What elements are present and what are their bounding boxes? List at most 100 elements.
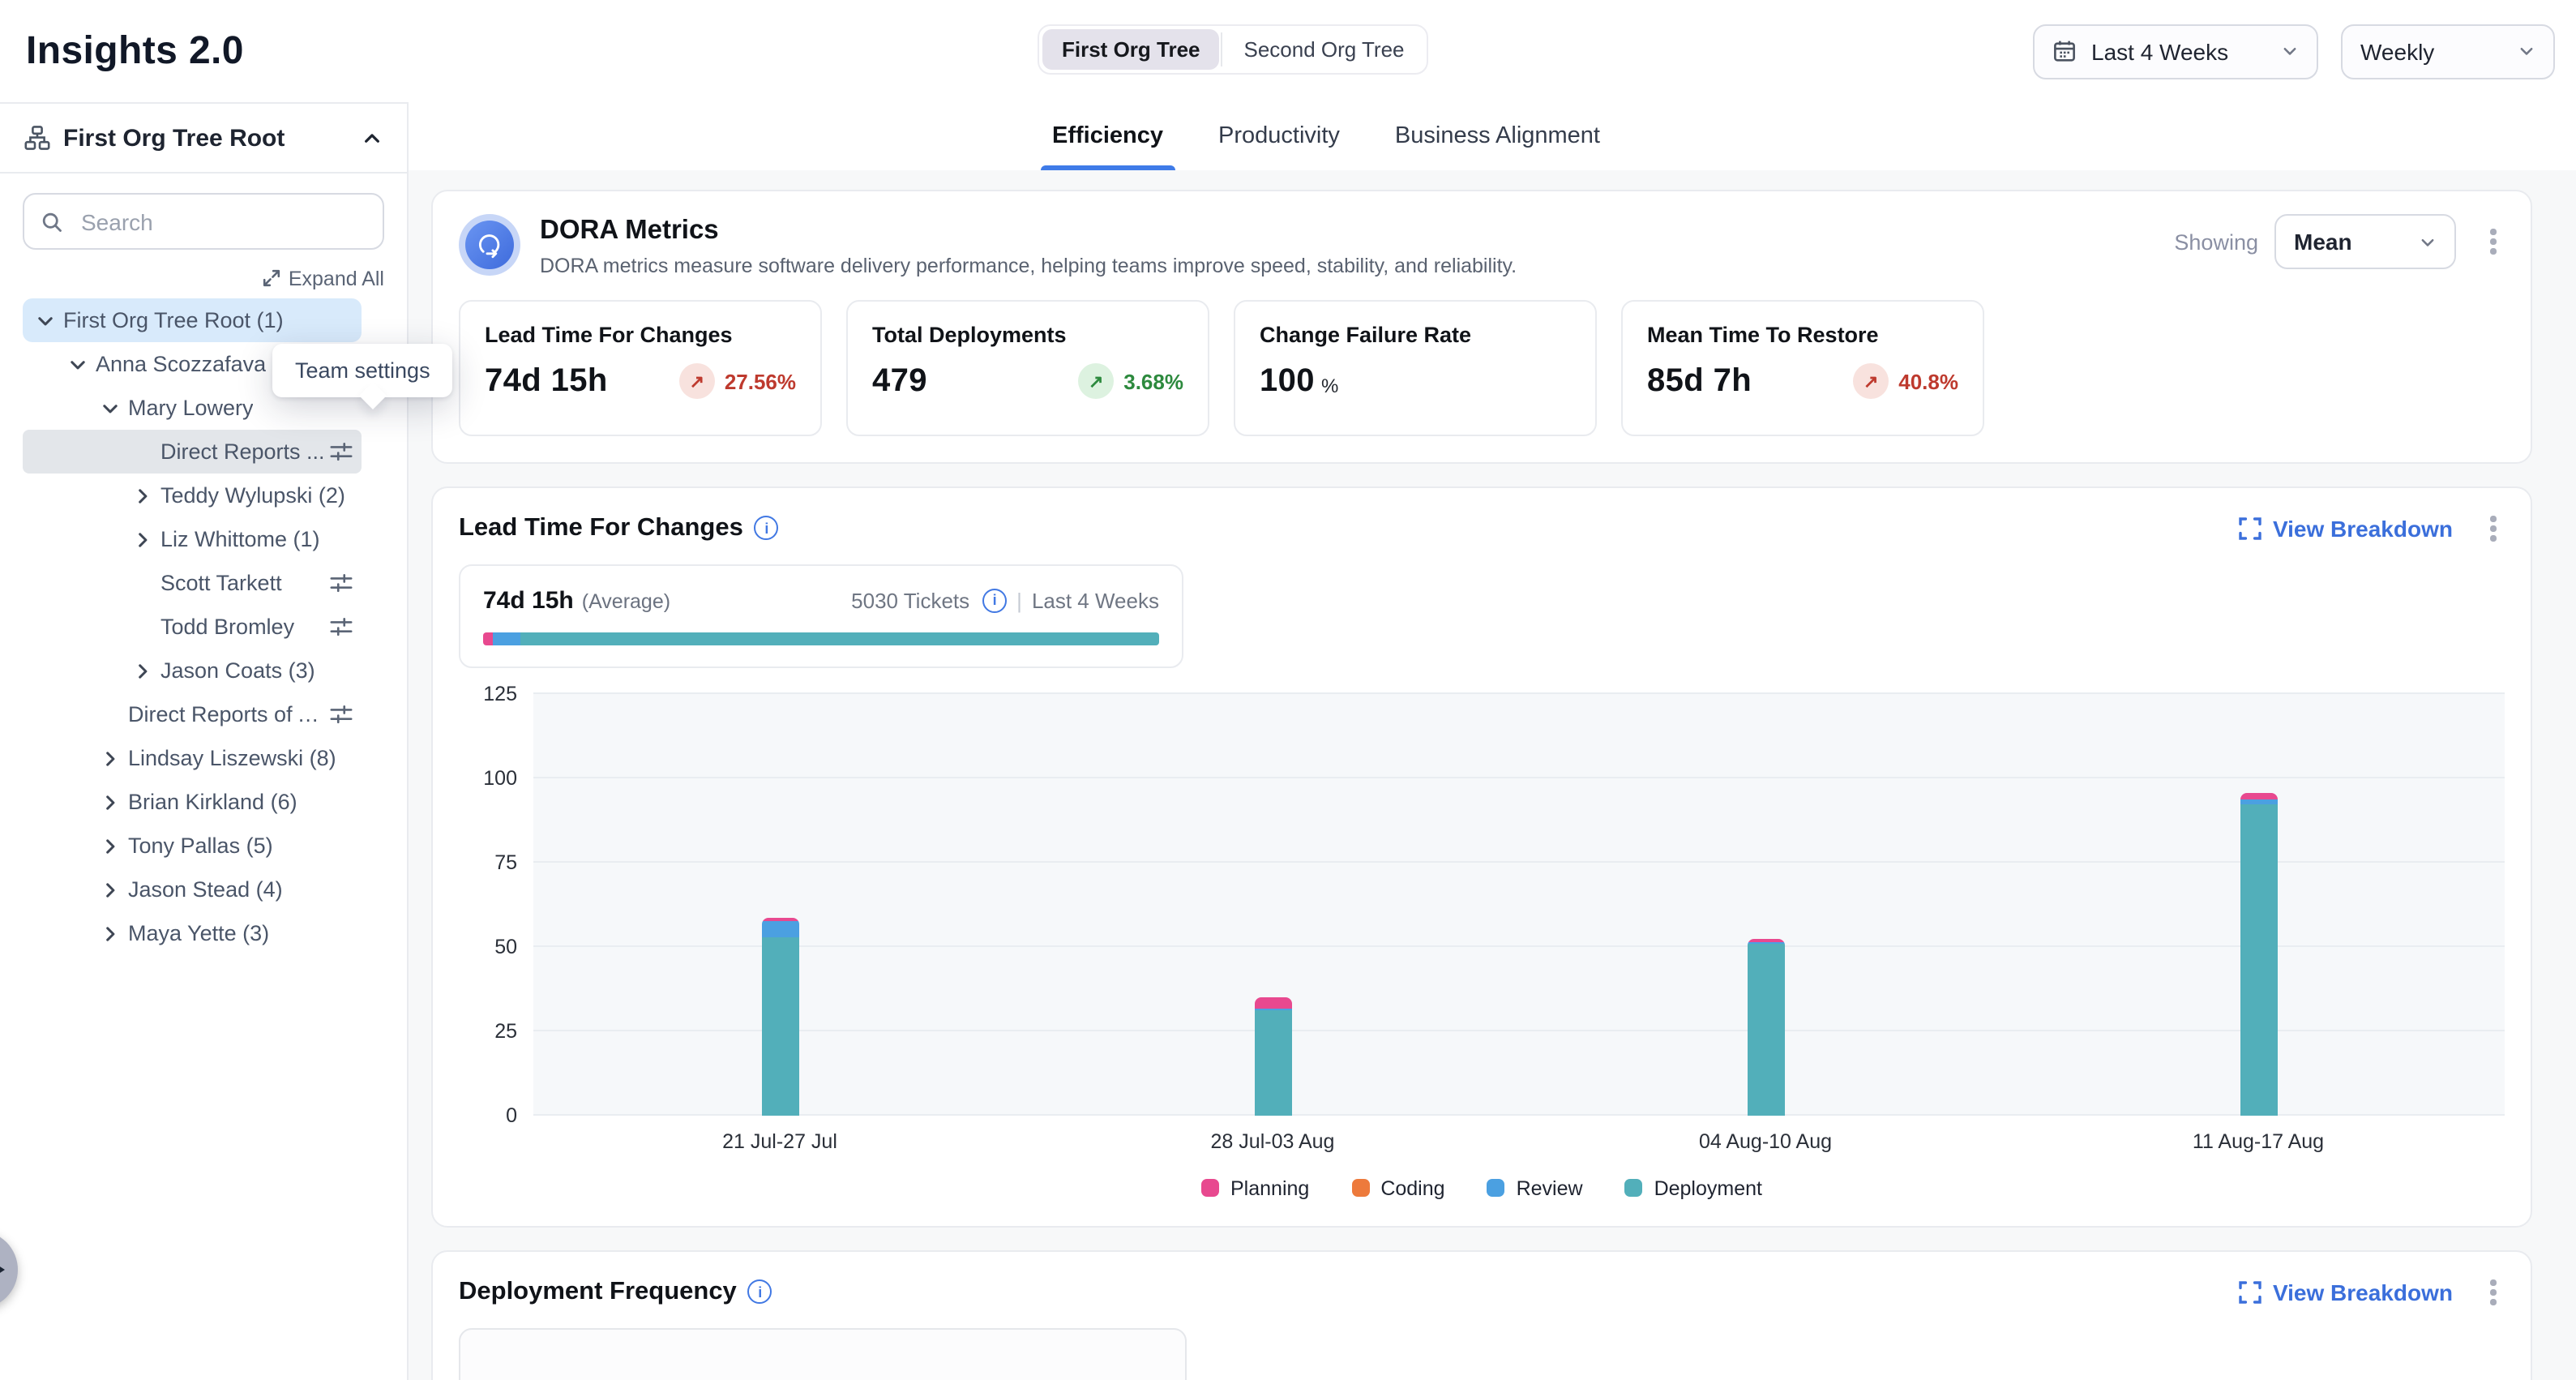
metric-value: 100 bbox=[1260, 363, 1315, 401]
trend-up-icon: ↗ bbox=[679, 364, 715, 400]
metric-value: 479 bbox=[872, 363, 927, 401]
info-icon[interactable]: i bbox=[755, 516, 779, 541]
chevron-right-icon[interactable] bbox=[130, 661, 156, 680]
stacked-bar[interactable] bbox=[1254, 997, 1291, 1116]
granularity-select[interactable]: Weekly bbox=[2341, 24, 2555, 79]
stacked-bar[interactable] bbox=[761, 918, 798, 1115]
y-axis-tick-label: 25 bbox=[459, 1020, 517, 1043]
toggle-second-org-tree[interactable]: Second Org Tree bbox=[1225, 29, 1424, 70]
legend-swatch bbox=[1351, 1180, 1369, 1198]
date-range-select[interactable]: Last 4 Weeks bbox=[2033, 24, 2318, 79]
legend-item-deployment[interactable]: Deployment bbox=[1625, 1177, 1762, 1200]
legend-swatch bbox=[1625, 1180, 1643, 1198]
tree-item[interactable]: Brian Kirkland (6) bbox=[23, 780, 362, 824]
info-icon[interactable]: i bbox=[748, 1280, 772, 1305]
delta-value: 3.68% bbox=[1123, 370, 1183, 394]
chevron-right-icon[interactable] bbox=[130, 529, 156, 549]
toggle-first-org-tree[interactable]: First Org Tree bbox=[1042, 29, 1220, 70]
deployment-frequency-kebab-menu[interactable] bbox=[2482, 1279, 2505, 1305]
legend-item-planning[interactable]: Planning bbox=[1201, 1177, 1309, 1200]
showing-select[interactable]: Mean bbox=[2274, 214, 2456, 269]
view-breakdown-button[interactable]: View Breakdown bbox=[2239, 516, 2453, 542]
trend-up-icon: ↗ bbox=[1078, 364, 1114, 400]
phase-segment-planning bbox=[483, 632, 494, 645]
chevron-down-icon[interactable] bbox=[65, 354, 91, 374]
tooltip-label: Team settings bbox=[295, 358, 430, 383]
chevron-down-icon[interactable] bbox=[32, 311, 58, 330]
tab-productivity[interactable]: Productivity bbox=[1218, 102, 1340, 170]
tree-item[interactable]: Liz Whittome (1) bbox=[23, 517, 362, 561]
date-range-value: Last 4 Weeks bbox=[2091, 38, 2228, 64]
sidebar-header: First Org Tree Root bbox=[0, 104, 407, 174]
search-input[interactable] bbox=[78, 207, 366, 236]
tree-item[interactable]: Todd Bromley bbox=[23, 605, 362, 649]
team-settings-icon[interactable] bbox=[329, 571, 362, 595]
view-breakdown-button[interactable]: View Breakdown bbox=[2239, 1279, 2453, 1305]
bar-segment-deployment bbox=[1747, 943, 1784, 1115]
bar-segment-planning bbox=[1254, 997, 1291, 1009]
deployment-frequency-header: Deployment Frequency i View Breakdown bbox=[459, 1278, 2505, 1307]
chevron-right-icon[interactable] bbox=[97, 836, 123, 855]
lead-time-chart: 025507510012521 Jul-27 Jul28 Jul-03 Aug0… bbox=[459, 694, 2505, 1200]
chevron-right-icon[interactable] bbox=[97, 880, 123, 899]
tree-item[interactable]: Direct Reports of A... bbox=[23, 692, 362, 736]
tree-item[interactable]: Teddy Wylupski (2) bbox=[23, 474, 362, 517]
tree-item-label: Direct Reports ... bbox=[160, 439, 325, 464]
view-breakdown-label: View Breakdown bbox=[2273, 1279, 2453, 1305]
org-tree-toggle: First Org Tree Second Org Tree bbox=[1038, 24, 1429, 75]
stacked-bar[interactable] bbox=[1747, 938, 1784, 1115]
info-icon[interactable]: i bbox=[982, 589, 1007, 613]
x-axis-tick-label: 21 Jul-27 Jul bbox=[533, 1130, 1026, 1153]
top-bar: Insights 2.0 First Org Tree Second Org T… bbox=[0, 0, 2576, 102]
team-settings-icon[interactable] bbox=[329, 615, 362, 639]
bar-segment-review bbox=[761, 921, 798, 936]
legend-label: Coding bbox=[1380, 1177, 1444, 1200]
dora-titles: DORA Metrics DORA metrics measure softwa… bbox=[540, 214, 1517, 277]
team-settings-icon[interactable] bbox=[329, 702, 362, 726]
dora-header: DORA Metrics DORA metrics measure softwa… bbox=[459, 214, 2505, 277]
legend-item-coding[interactable]: Coding bbox=[1351, 1177, 1444, 1200]
showing-value: Mean bbox=[2294, 229, 2352, 255]
view-breakdown-label: View Breakdown bbox=[2273, 516, 2453, 542]
stacked-bar[interactable] bbox=[2240, 793, 2277, 1115]
tab-business-alignment[interactable]: Business Alignment bbox=[1395, 102, 1600, 170]
chevron-right-icon[interactable] bbox=[130, 486, 156, 505]
tree-item[interactable]: Jason Coats (3) bbox=[23, 649, 362, 692]
average-label: (Average) bbox=[582, 590, 670, 613]
team-settings-icon[interactable] bbox=[329, 439, 362, 464]
tab-efficiency[interactable]: Efficiency bbox=[1052, 102, 1163, 170]
tree-item-label: Anna Scozzafava bbox=[96, 352, 266, 376]
top-right-controls: Last 4 Weeks Weekly bbox=[2033, 24, 2576, 79]
tree-item[interactable]: Tony Pallas (5) bbox=[23, 824, 362, 868]
metric-card: Lead Time For Changes74d 15h↗27.56% bbox=[459, 300, 822, 436]
bar-segment-deployment bbox=[761, 936, 798, 1115]
metric-cards: Lead Time For Changes74d 15h↗27.56%Total… bbox=[459, 300, 2505, 436]
dora-kebab-menu[interactable] bbox=[2482, 229, 2505, 255]
deployment-frequency-summary-card bbox=[459, 1328, 1187, 1380]
tree-item-label: First Org Tree Root (1) bbox=[63, 308, 284, 332]
chevron-right-icon[interactable] bbox=[97, 924, 123, 943]
legend-item-review[interactable]: Review bbox=[1487, 1177, 1583, 1200]
lead-time-kebab-menu[interactable] bbox=[2482, 516, 2505, 541]
tree-item-label: Todd Bromley bbox=[160, 615, 294, 639]
tabs: Efficiency Productivity Business Alignment bbox=[1052, 102, 1600, 170]
metric-value-row: 100% bbox=[1260, 363, 1571, 401]
collapse-sidebar-icon[interactable] bbox=[362, 127, 383, 148]
dora-description: DORA metrics measure software delivery p… bbox=[540, 255, 1517, 277]
expand-all-button[interactable]: Expand All bbox=[23, 264, 384, 292]
showing-label: Showing bbox=[2174, 229, 2258, 254]
tabs-row: Efficiency Productivity Business Alignment bbox=[409, 102, 2576, 172]
tree-item[interactable]: Scott Tarkett bbox=[23, 561, 362, 605]
chevron-down-icon[interactable] bbox=[97, 398, 123, 418]
tree-item[interactable]: Direct Reports ... bbox=[23, 430, 362, 474]
tree-item[interactable]: Maya Yette (3) bbox=[23, 911, 362, 955]
chevron-down-icon bbox=[2281, 42, 2299, 60]
chevron-right-icon[interactable] bbox=[97, 748, 123, 768]
lead-time-title: Lead Time For Changes bbox=[459, 514, 743, 543]
tree-item[interactable]: First Org Tree Root (1) bbox=[23, 298, 362, 342]
chevron-right-icon[interactable] bbox=[97, 792, 123, 812]
tree-item[interactable]: Jason Stead (4) bbox=[23, 868, 362, 911]
lead-time-header: Lead Time For Changes i View Breakdown bbox=[459, 514, 2505, 543]
chart-legend: Planning Coding Review Deployment bbox=[459, 1177, 2505, 1200]
tree-item[interactable]: Lindsay Liszewski (8) bbox=[23, 736, 362, 780]
